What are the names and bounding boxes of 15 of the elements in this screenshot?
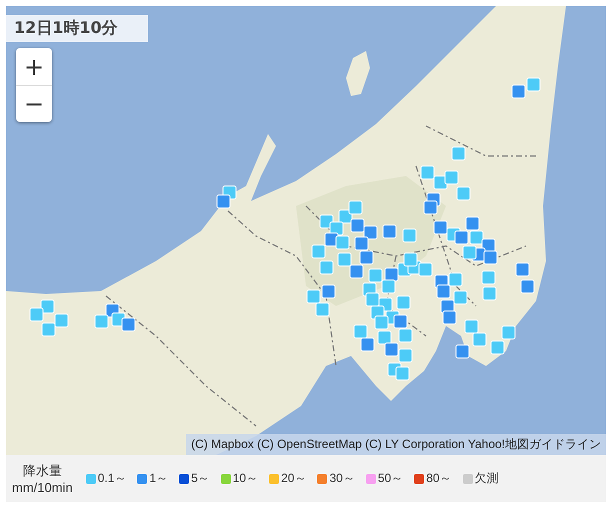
legend-label: 1～ — [149, 470, 168, 487]
legend-label: 20～ — [281, 470, 306, 487]
legend-label: 0.1～ — [98, 470, 126, 487]
legend-label: 80～ — [426, 470, 452, 487]
legend-label: 10～ — [232, 470, 258, 487]
legend-label: 30～ — [329, 470, 355, 487]
legend-unit: mm/10min — [12, 478, 73, 496]
zoom-button[interactable]: + — [16, 48, 52, 85]
map-attribution: (C) Mapbox (C) OpenStreetMap (C) LY Corporation Yahoo!地図ガイドライン — [186, 434, 606, 455]
legend-label: 50～ — [378, 470, 404, 487]
legend-label: 5～ — [191, 470, 210, 487]
timestamp-label: 12日1時10分 — [6, 15, 148, 42]
zoom-button[interactable]: − — [16, 85, 52, 122]
legend-label: 欠測 — [474, 470, 499, 487]
legend-title: 降水量 — [22, 462, 62, 478]
